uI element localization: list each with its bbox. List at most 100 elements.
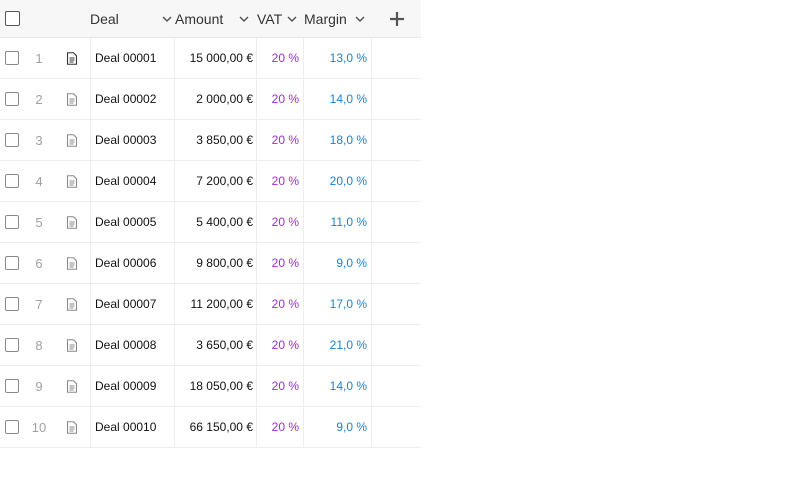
column-header-margin[interactable]: Margin <box>304 0 370 37</box>
margin-cell[interactable]: 14,0 % <box>303 79 371 119</box>
document-icon[interactable] <box>62 284 82 324</box>
deal-cell[interactable]: Deal 00001 <box>90 38 179 78</box>
row-checkbox[interactable] <box>5 379 19 393</box>
row-select-cell <box>5 120 21 160</box>
document-icon[interactable] <box>62 366 82 406</box>
empty-cell <box>371 366 422 406</box>
margin-cell[interactable]: 17,0 % <box>303 284 371 324</box>
chevron-down-icon[interactable] <box>160 12 174 26</box>
table-row[interactable]: 1 Deal 00001 15 000,00 € 20 % 13,0 % <box>0 38 421 79</box>
document-icon[interactable] <box>62 120 82 160</box>
empty-cell <box>371 325 422 365</box>
table-row[interactable]: 6 Deal 00006 9 800,00 € 20 % 9,0 % <box>0 243 421 284</box>
grid-body: 1 Deal 00001 15 000,00 € 20 % 13,0 % 2 D… <box>0 38 421 448</box>
margin-cell[interactable]: 21,0 % <box>303 325 371 365</box>
margin-cell[interactable]: 9,0 % <box>303 243 371 283</box>
vat-cell[interactable]: 20 % <box>256 79 303 119</box>
row-number: 4 <box>35 173 43 189</box>
empty-cell <box>371 120 422 160</box>
deal-cell[interactable]: Deal 00005 <box>90 202 179 242</box>
table-row[interactable]: 4 Deal 00004 7 200,00 € 20 % 20,0 % <box>0 161 421 202</box>
table-row[interactable]: 2 Deal 00002 2 000,00 € 20 % 14,0 % <box>0 79 421 120</box>
row-checkbox[interactable] <box>5 338 19 352</box>
amount-cell[interactable]: 3 850,00 € <box>174 120 257 160</box>
empty-cell <box>371 284 422 324</box>
row-checkbox[interactable] <box>5 92 19 106</box>
row-checkbox[interactable] <box>5 133 19 147</box>
row-checkbox[interactable] <box>5 215 19 229</box>
chevron-down-icon[interactable] <box>353 12 367 26</box>
table-row[interactable]: 9 Deal 00009 18 050,00 € 20 % 14,0 % <box>0 366 421 407</box>
vat-cell[interactable]: 20 % <box>256 38 303 78</box>
deal-cell[interactable]: Deal 00010 <box>90 407 179 447</box>
document-icon[interactable] <box>62 243 82 283</box>
empty-cell <box>371 202 422 242</box>
amount-cell[interactable]: 3 650,00 € <box>174 325 257 365</box>
margin-cell[interactable]: 20,0 % <box>303 161 371 201</box>
empty-cell <box>371 79 422 119</box>
margin-cell[interactable]: 13,0 % <box>303 38 371 78</box>
margin-cell[interactable]: 11,0 % <box>303 202 371 242</box>
deal-cell[interactable]: Deal 00002 <box>90 79 179 119</box>
document-icon[interactable] <box>62 202 82 242</box>
row-checkbox[interactable] <box>5 51 19 65</box>
add-column-button[interactable] <box>388 0 406 37</box>
deal-cell[interactable]: Deal 00007 <box>90 284 179 324</box>
amount-cell[interactable]: 5 400,00 € <box>174 202 257 242</box>
document-icon[interactable] <box>62 161 82 201</box>
deal-cell[interactable]: Deal 00004 <box>90 161 179 201</box>
vat-cell[interactable]: 20 % <box>256 243 303 283</box>
deal-cell[interactable]: Deal 00008 <box>90 325 179 365</box>
amount-cell[interactable]: 7 200,00 € <box>174 161 257 201</box>
vat-cell[interactable]: 20 % <box>256 325 303 365</box>
vat-cell[interactable]: 20 % <box>256 202 303 242</box>
row-select-cell <box>5 284 21 324</box>
row-select-cell <box>5 366 21 406</box>
row-number: 2 <box>35 91 43 107</box>
vat-cell[interactable]: 20 % <box>256 407 303 447</box>
amount-cell[interactable]: 66 150,00 € <box>174 407 257 447</box>
chevron-down-icon[interactable] <box>237 12 251 26</box>
row-checkbox[interactable] <box>5 256 19 270</box>
deal-cell[interactable]: Deal 00006 <box>90 243 179 283</box>
chevron-down-icon[interactable] <box>285 12 299 26</box>
amount-cell[interactable]: 11 200,00 € <box>174 284 257 324</box>
document-icon[interactable] <box>62 325 82 365</box>
table-row[interactable]: 10 Deal 00010 66 150,00 € 20 % 9,0 % <box>0 407 421 448</box>
row-select-cell <box>5 161 21 201</box>
table-row[interactable]: 5 Deal 00005 5 400,00 € 20 % 11,0 % <box>0 202 421 243</box>
document-icon[interactable] <box>62 79 82 119</box>
column-header-deal[interactable]: Deal <box>90 0 174 37</box>
select-all-checkbox[interactable] <box>5 11 20 26</box>
vat-cell[interactable]: 20 % <box>256 120 303 160</box>
amount-cell[interactable]: 9 800,00 € <box>174 243 257 283</box>
column-header-amount[interactable]: Amount <box>175 0 255 37</box>
amount-cell[interactable]: 15 000,00 € <box>174 38 257 78</box>
deal-cell[interactable]: Deal 00003 <box>90 120 179 160</box>
deal-cell[interactable]: Deal 00009 <box>90 366 179 406</box>
amount-cell[interactable]: 2 000,00 € <box>174 79 257 119</box>
empty-cell <box>371 243 422 283</box>
margin-cell[interactable]: 18,0 % <box>303 120 371 160</box>
grid-header: Deal Amount VAT Margin <box>0 0 421 38</box>
table-row[interactable]: 3 Deal 00003 3 850,00 € 20 % 18,0 % <box>0 120 421 161</box>
document-icon[interactable] <box>62 407 82 447</box>
empty-cell <box>371 407 422 447</box>
row-checkbox[interactable] <box>5 174 19 188</box>
vat-cell[interactable]: 20 % <box>256 161 303 201</box>
column-header-vat[interactable]: VAT <box>257 0 302 37</box>
row-divider <box>0 447 421 448</box>
margin-cell[interactable]: 14,0 % <box>303 366 371 406</box>
row-checkbox[interactable] <box>5 420 19 434</box>
vat-cell[interactable]: 20 % <box>256 366 303 406</box>
margin-cell[interactable]: 9,0 % <box>303 407 371 447</box>
row-number: 3 <box>35 132 43 148</box>
document-icon[interactable] <box>62 38 82 78</box>
table-row[interactable]: 7 Deal 00007 11 200,00 € 20 % 17,0 % <box>0 284 421 325</box>
row-select-cell <box>5 38 21 78</box>
vat-cell[interactable]: 20 % <box>256 284 303 324</box>
plus-icon[interactable] <box>389 11 405 27</box>
table-row[interactable]: 8 Deal 00008 3 650,00 € 20 % 21,0 % <box>0 325 421 366</box>
amount-cell[interactable]: 18 050,00 € <box>174 366 257 406</box>
row-checkbox[interactable] <box>5 297 19 311</box>
